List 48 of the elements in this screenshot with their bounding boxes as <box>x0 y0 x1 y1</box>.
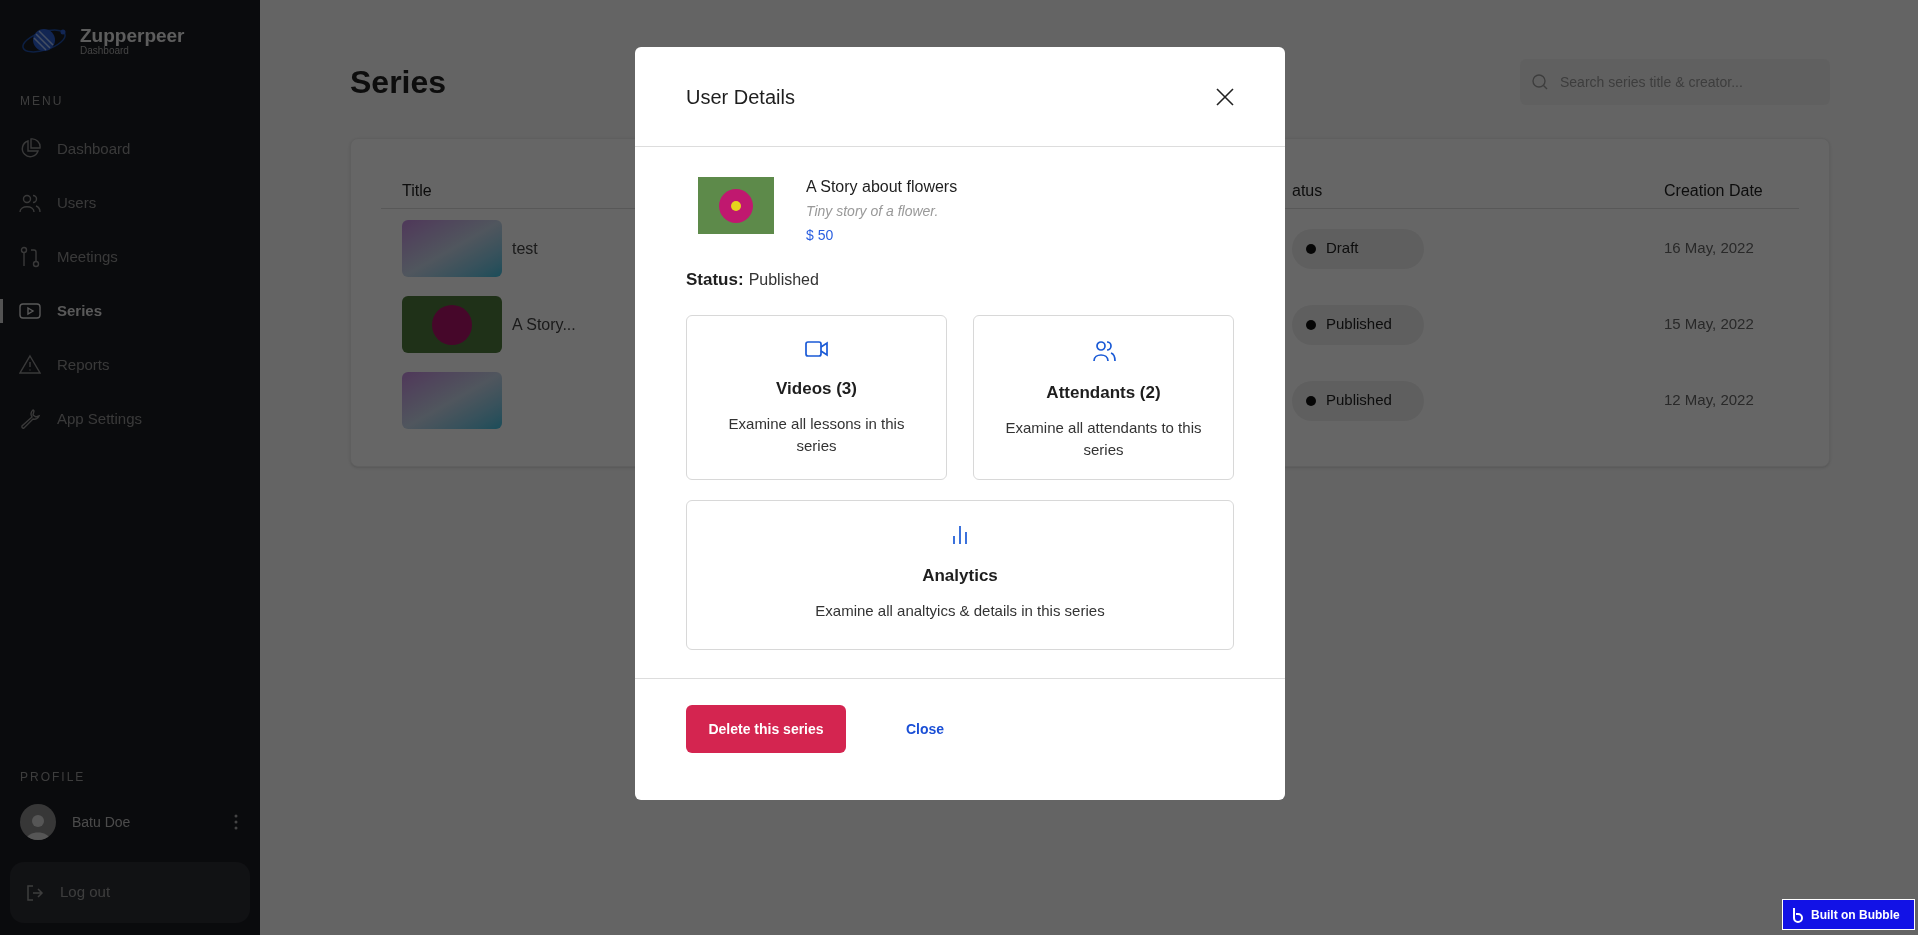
users-icon <box>1091 339 1116 362</box>
sidebar-item[interactable]: Series <box>0 284 260 338</box>
card-description: Examine all lessons in this series <box>727 414 906 456</box>
card-title: Analytics <box>922 564 998 587</box>
bubble-logo-icon <box>1791 906 1805 923</box>
pie-chart-icon <box>19 138 41 160</box>
status-label: Status: <box>686 269 744 291</box>
status-value: Published <box>748 270 819 290</box>
warning-icon <box>19 354 41 376</box>
card-title: Attendants (2) <box>1046 381 1161 404</box>
bar-chart-icon <box>951 524 969 545</box>
table-cell-text: A Story... <box>512 314 576 335</box>
status-badge: Published <box>1292 380 1424 421</box>
play-video-icon <box>19 300 41 322</box>
logout-icon <box>26 883 44 902</box>
built-on-bubble-badge[interactable]: Built on Bubble <box>1782 899 1915 930</box>
wrench-icon <box>19 408 41 430</box>
search-icon <box>1532 74 1548 90</box>
column-header: atus <box>1292 181 1323 201</box>
delete-series-button[interactable]: Delete this series <box>686 705 846 753</box>
more-options-icon[interactable] <box>234 814 238 830</box>
modal-title: User Details <box>686 84 795 110</box>
column-header: Creation Date <box>1664 181 1763 201</box>
card-description: Examine all attendants to this series <box>1004 418 1203 460</box>
status-badge: Published <box>1292 304 1424 345</box>
option-card[interactable]: Videos (3) Examine all lessons in this series <box>686 314 947 480</box>
table-cell-text: test <box>512 238 538 259</box>
table-cell-text: 15 May, 2022 <box>1664 314 1755 335</box>
series-description: Tiny story of a flower. <box>806 202 940 221</box>
table-cell-text: 12 May, 2022 <box>1664 390 1755 411</box>
status-badge: Draft <box>1292 228 1424 269</box>
page-title: Series <box>350 63 447 102</box>
avatar[interactable] <box>20 804 56 840</box>
option-card[interactable]: Analytics Examine all analtyics & details in this series <box>686 499 1234 650</box>
close-button[interactable]: Close <box>906 718 945 740</box>
table-cell-text: 16 May, 2022 <box>1664 238 1755 259</box>
profile-name: Batu Doe <box>72 812 131 832</box>
card-description: Examine all analtyics & details in this series <box>815 601 1105 621</box>
series-price: $ 50 <box>806 226 835 245</box>
option-card[interactable]: Attendants (2) Examine all attendants to this series <box>973 314 1234 480</box>
app-subtitle: Dashboard <box>80 46 129 56</box>
series-title: A Story about flowers <box>806 177 958 197</box>
video-camera-icon <box>804 339 829 358</box>
users-icon <box>19 192 41 214</box>
close-icon[interactable] <box>1216 87 1234 106</box>
git-branch-icon <box>19 246 41 268</box>
card-title: Videos (3) <box>776 377 857 400</box>
column-header: Title <box>402 181 432 201</box>
